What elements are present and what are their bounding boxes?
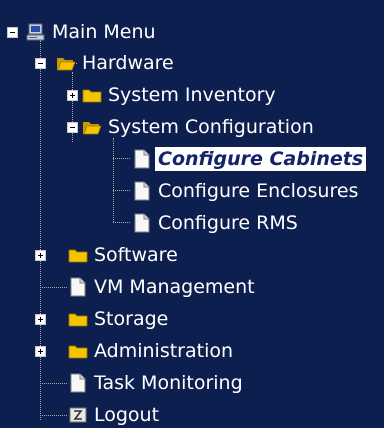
expand-toggle-system-inventory[interactable] [67, 90, 78, 101]
tree-item-configure-rms[interactable]: Configure RMS [132, 211, 298, 235]
tree-item-vm-management[interactable]: VM Management [68, 275, 255, 299]
tree-guide-line [40, 383, 67, 384]
tree-item-label: Administration [94, 340, 234, 362]
tree-item-label: Configure Cabinets [155, 147, 367, 171]
expand-toggle-software[interactable] [35, 250, 46, 261]
tree-item-label: System Inventory [108, 84, 276, 106]
tree-item-label: Software [94, 244, 178, 266]
tree-item-label: Storage [94, 308, 169, 330]
tree-guide-line [40, 40, 41, 420]
folder-icon [82, 85, 102, 105]
tree-item-label: System Configuration [108, 116, 314, 138]
tree-item-label: Hardware [82, 52, 174, 74]
tree-guide-line [113, 158, 130, 159]
tree-item-software[interactable]: Software [68, 243, 178, 267]
document-icon [132, 181, 152, 201]
document-icon [68, 277, 88, 297]
tree-item-label: Task Monitoring [94, 372, 243, 394]
tree-guide-line [113, 190, 130, 191]
collapse-toggle-hardware[interactable] [35, 58, 46, 69]
tree-item-storage[interactable]: Storage [68, 307, 168, 331]
open-folder-icon [56, 53, 76, 73]
navigation-tree: Main Menu Hardware System Inventory Syst… [0, 0, 384, 428]
collapse-toggle-system-configuration[interactable] [67, 122, 78, 133]
document-icon [132, 149, 152, 169]
tree-item-label: Configure RMS [158, 212, 298, 234]
expand-toggle-storage[interactable] [35, 314, 46, 325]
logout-icon [68, 405, 88, 425]
folder-icon [68, 341, 88, 361]
expand-toggle-administration[interactable] [35, 346, 46, 357]
tree-item-administration[interactable]: Administration [68, 339, 233, 363]
tree-item-label: Configure Enclosures [158, 180, 359, 202]
tree-guide-line [40, 415, 67, 416]
folder-icon [68, 245, 88, 265]
tree-item-label: Main Menu [52, 21, 156, 43]
computer-icon [26, 22, 46, 42]
tree-guide-line [113, 138, 114, 222]
tree-item-system-inventory[interactable]: System Inventory [82, 83, 276, 107]
tree-item-label: Logout [94, 404, 160, 426]
tree-guide-line [113, 222, 130, 223]
tree-item-hardware[interactable]: Hardware [56, 51, 174, 75]
open-folder-icon [82, 117, 102, 137]
tree-item-system-configuration[interactable]: System Configuration [82, 115, 314, 139]
tree-item-main-menu[interactable]: Main Menu [26, 20, 156, 44]
document-icon [132, 213, 152, 233]
folder-icon [68, 309, 88, 329]
tree-item-configure-enclosures[interactable]: Configure Enclosures [132, 179, 358, 203]
document-icon [68, 373, 88, 393]
collapse-toggle-main-menu[interactable] [7, 27, 18, 38]
tree-guide-line [40, 287, 67, 288]
tree-item-logout[interactable]: Logout [68, 403, 159, 427]
tree-item-label: VM Management [94, 276, 255, 298]
tree-item-task-monitoring[interactable]: Task Monitoring [68, 371, 243, 395]
tree-item-configure-cabinets[interactable]: Configure Cabinets [132, 147, 367, 171]
